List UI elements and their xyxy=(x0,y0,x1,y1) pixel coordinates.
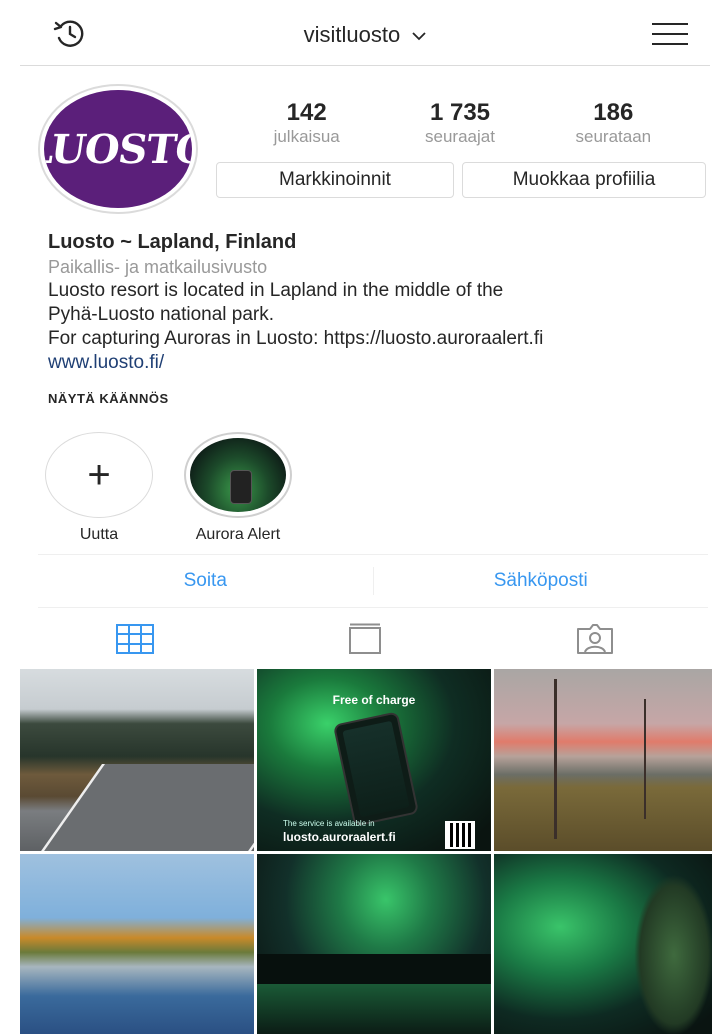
chevron-down-icon xyxy=(412,32,426,41)
bio-line: Pyhä-Luosto national park. xyxy=(48,304,275,325)
profile-name: Luosto ~ Lapland, Finland xyxy=(48,231,297,253)
highlight-label: Uutta xyxy=(79,526,119,543)
contact-bar: Soita Sähköposti xyxy=(38,554,708,608)
profile-bio: Luosto ~ Lapland, Finland Paikallis- ja … xyxy=(48,229,708,375)
stat-followers[interactable]: 1 735 seuraajat xyxy=(383,100,536,148)
avatar-logo: LUOSTO xyxy=(44,125,192,173)
grid-icon xyxy=(116,624,154,654)
lake-reflection xyxy=(257,984,491,1034)
stat-posts[interactable]: 142 julkaisua xyxy=(230,100,383,148)
bio-line[interactable]: For capturing Auroras in Luosto: https:/… xyxy=(48,327,708,351)
tagged-person-icon xyxy=(577,624,613,654)
website-link[interactable]: www.luosto.fi/ xyxy=(48,351,708,375)
highlight-cover[interactable] xyxy=(184,432,292,518)
avatar-image: LUOSTO xyxy=(44,90,192,208)
bio-line: Luosto resort is located in Lapland in t… xyxy=(48,280,504,301)
tree-trunk xyxy=(644,699,646,819)
stat-label: julkaisua xyxy=(273,127,340,146)
username-title: visitluosto xyxy=(303,22,401,47)
profile-category: Paikallis- ja matkailusivusto xyxy=(48,257,268,277)
post-aurora-alert-ad[interactable]: Free of charge The service is available … xyxy=(257,669,491,851)
top-bar: visitluosto xyxy=(20,0,710,66)
post-lake-reflection-image[interactable] xyxy=(20,854,254,1034)
phone-graphic xyxy=(230,470,252,504)
highlight-aurora-alert[interactable]: Aurora Alert xyxy=(182,432,294,544)
edit-profile-button[interactable]: Muokkaa profiilia xyxy=(462,162,706,198)
feed-icon xyxy=(349,623,381,654)
post-road-image[interactable] xyxy=(20,669,254,851)
email-button[interactable]: Sähköposti xyxy=(374,570,709,592)
highlight-new[interactable]: + Uutta xyxy=(43,432,155,544)
posts-grid: Free of charge The service is available … xyxy=(20,669,712,1034)
phone-graphic xyxy=(332,711,420,827)
stat-following[interactable]: 186 seurataan xyxy=(537,100,690,148)
aurora-alert-cover-image xyxy=(190,438,286,512)
road-graphic xyxy=(20,764,254,851)
post-aurora-forest-image[interactable] xyxy=(494,854,712,1034)
stat-value: 142 xyxy=(286,99,327,126)
tree-trunk xyxy=(554,679,557,839)
post-aurora-lake-image[interactable] xyxy=(257,854,491,1034)
profile-stats: 142 julkaisua 1 735 seuraajat 186 seurat… xyxy=(230,100,690,148)
pine-tree xyxy=(634,874,712,1034)
highlight-label: Aurora Alert xyxy=(195,526,281,543)
hamburger-menu-icon[interactable] xyxy=(652,22,688,46)
stat-label: seuraajat xyxy=(425,127,495,146)
qr-code-icon xyxy=(445,821,475,849)
phone-screen xyxy=(342,720,410,818)
post-sunset-trees-image[interactable] xyxy=(494,669,712,851)
ad-free-text: Free of charge xyxy=(332,693,416,707)
account-switcher[interactable]: visitluosto xyxy=(20,22,710,48)
profile-actions: Markkinoinnit Muokkaa profiilia xyxy=(216,162,706,198)
plus-icon: + xyxy=(87,453,111,497)
ad-footer-url: luosto.auroraalert.fi xyxy=(283,830,396,844)
call-button[interactable]: Soita xyxy=(38,570,373,592)
ad-footer-text: The service is available in xyxy=(283,819,375,828)
translate-link[interactable]: NÄYTÄ KÄÄNNÖS xyxy=(48,391,169,406)
new-highlight-circle[interactable]: + xyxy=(45,432,153,518)
stat-label: seurataan xyxy=(575,127,652,146)
promotions-button[interactable]: Markkinoinnit xyxy=(216,162,454,198)
profile-tabs xyxy=(20,612,710,666)
tab-tagged[interactable] xyxy=(480,612,710,666)
tab-grid[interactable] xyxy=(20,612,250,666)
tab-feed[interactable] xyxy=(250,612,480,666)
stat-value: 1 735 xyxy=(429,99,491,126)
treeline xyxy=(257,954,491,984)
profile-avatar[interactable]: LUOSTO xyxy=(38,84,198,214)
stat-value: 186 xyxy=(593,99,634,126)
